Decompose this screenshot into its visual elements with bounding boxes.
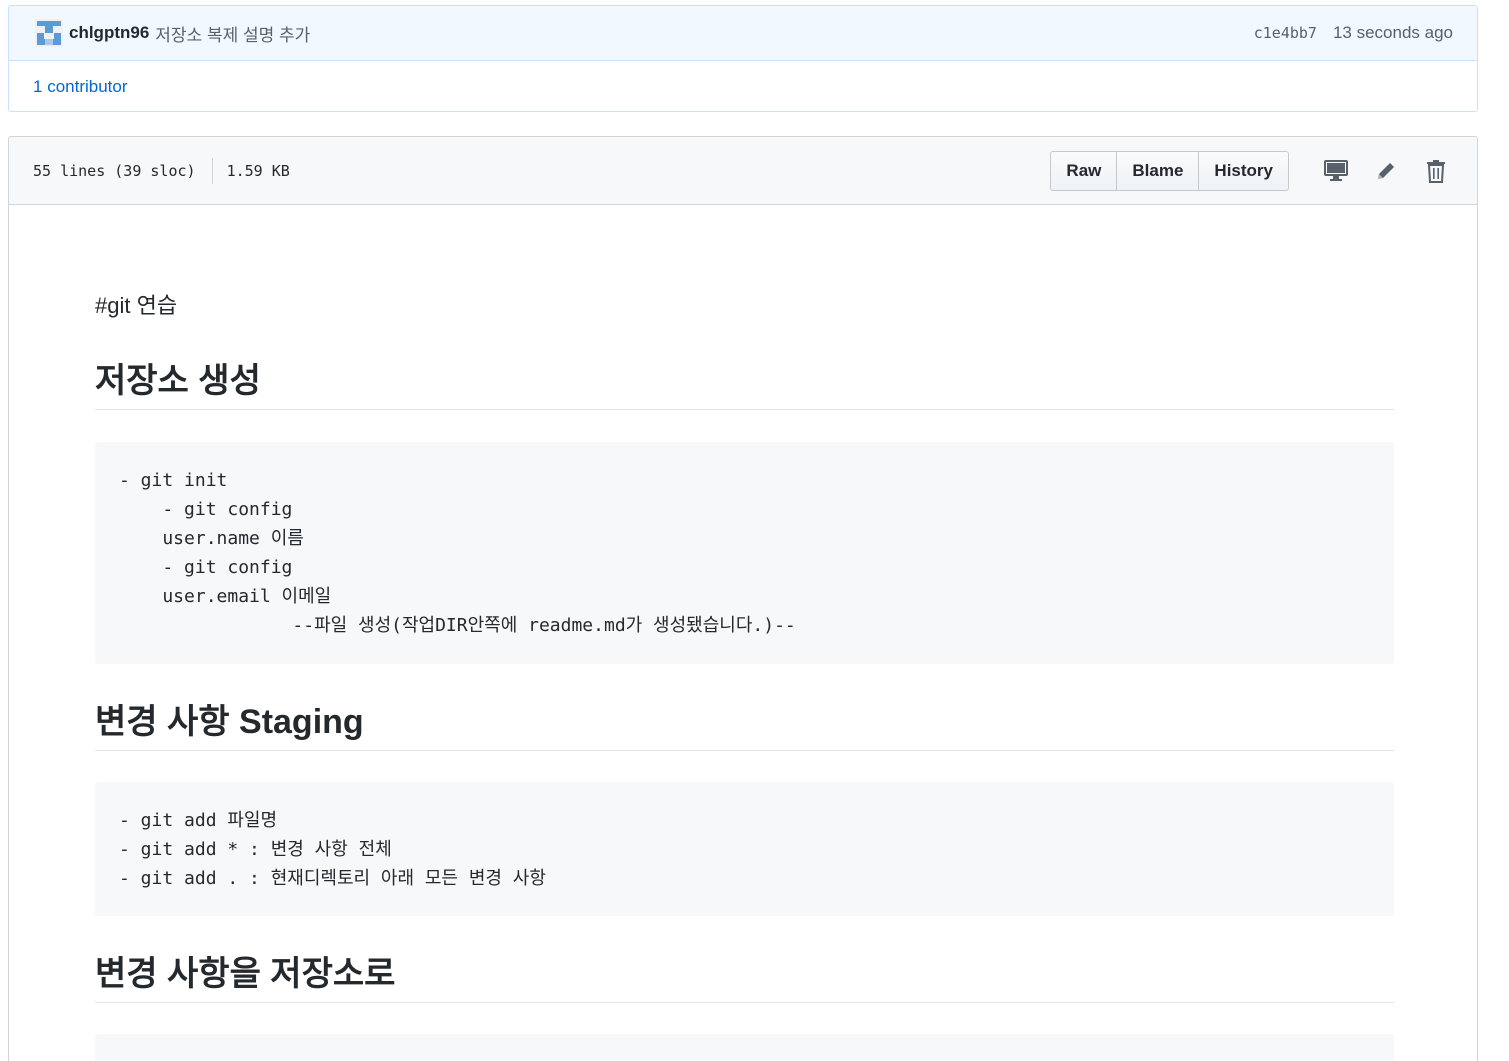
- file-box: 55 lines (39 sloc) 1.59 KB Raw Blame His…: [8, 136, 1478, 1061]
- heading-create-repo: 저장소 생성: [95, 361, 1394, 410]
- code-line: user.email 이메일: [119, 586, 332, 607]
- heading-commit-to-repo: 변경 사항을 저장소로: [95, 954, 1394, 1003]
- contributors-row: 1 contributor: [9, 61, 1477, 111]
- heading-staging: 변경 사항 Staging: [95, 702, 1394, 751]
- latest-commit-bar: chlgptn96 저장소 복제 설명 추가 c1e4bb7 13 second…: [9, 6, 1477, 61]
- trashcan-icon[interactable]: [1419, 154, 1453, 188]
- file-info: 55 lines (39 sloc) 1.59 KB: [33, 157, 290, 184]
- file-header: 55 lines (39 sloc) 1.59 KB Raw Blame His…: [9, 137, 1477, 205]
- commit-time: 13 seconds ago: [1332, 23, 1453, 42]
- file-line-count: 55 lines (39 sloc): [33, 161, 196, 180]
- code-line: - git add . : 현재디렉토리 아래 모든 변경 사항: [119, 868, 546, 889]
- code-line: - git add * : 변경 사항 전체: [119, 839, 392, 860]
- commit-meta: c1e4bb7 13 seconds ago: [1254, 23, 1453, 43]
- blame-button[interactable]: Blame: [1116, 150, 1200, 191]
- file-info-divider: [211, 157, 213, 184]
- code-line: user.name 이름: [119, 528, 304, 549]
- code-block-commit: [95, 1034, 1394, 1061]
- file-size: 1.59 KB: [226, 161, 290, 180]
- contributors-link[interactable]: 1 contributor: [33, 77, 128, 97]
- commit-message[interactable]: 저장소 복제 설명 추가: [155, 21, 310, 46]
- code-line: - git config: [119, 557, 293, 578]
- markdown-intro: #git 연습: [95, 293, 178, 318]
- contributors-count: 1: [33, 76, 43, 96]
- contributors-label: contributor: [47, 76, 128, 96]
- commit-sha[interactable]: c1e4bb7: [1254, 24, 1317, 42]
- pencil-icon[interactable]: [1369, 154, 1403, 188]
- code-block-create-repo: - git init - git config user.name 이름 - g…: [95, 442, 1394, 664]
- code-block-staging: - git add 파일명 - git add * : 변경 사항 전체 - g…: [95, 782, 1394, 916]
- code-line: - git init: [119, 470, 228, 491]
- commit-box: chlgptn96 저장소 복제 설명 추가 c1e4bb7 13 second…: [8, 5, 1478, 112]
- code-line: - git add 파일명: [119, 810, 278, 831]
- code-line: - git config: [119, 499, 293, 520]
- desktop-icon[interactable]: [1319, 154, 1353, 188]
- file-actions: Raw Blame History: [1050, 150, 1453, 191]
- raw-button[interactable]: Raw: [1050, 150, 1118, 191]
- history-button[interactable]: History: [1198, 150, 1289, 191]
- code-line: --파일 생성(작업DIR안쪽에 readme.md가 생성됐습니다.)--: [119, 615, 796, 636]
- commit-author[interactable]: chlgptn96: [69, 23, 149, 43]
- avatar[interactable]: [35, 19, 63, 47]
- file-button-group: Raw Blame History: [1050, 150, 1289, 191]
